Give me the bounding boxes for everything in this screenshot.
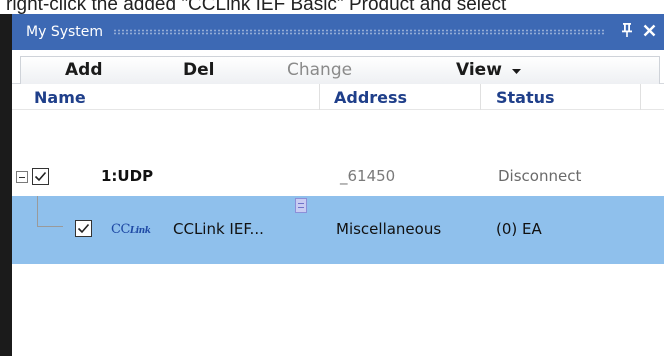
tree-row-udp[interactable]: 1:UDP _61450 Disconnect bbox=[12, 160, 664, 194]
instruction-strip: right-click the added "CCLink IEF Basic"… bbox=[0, 0, 664, 14]
udp-name: 1:UDP bbox=[101, 167, 154, 185]
column-separator[interactable] bbox=[319, 84, 320, 110]
cclink-logo-icon: CCLink bbox=[111, 222, 151, 237]
my-system-panel: My System Add Del Change View Name Addre… bbox=[12, 14, 664, 356]
titlebar-grip bbox=[113, 29, 606, 35]
tree-connector bbox=[37, 226, 63, 227]
tree-connector bbox=[37, 196, 38, 226]
window-frame-edge bbox=[0, 14, 12, 356]
view-button[interactable]: View bbox=[456, 60, 521, 80]
view-button-label: View bbox=[456, 60, 502, 80]
column-header-address[interactable]: Address bbox=[334, 88, 407, 107]
add-button[interactable]: Add bbox=[65, 60, 103, 80]
cclink-status: (0) EA bbox=[496, 220, 542, 238]
tree-row-cclink[interactable]: CCLink CCLink IEF... Miscellaneous (0) E… bbox=[12, 196, 664, 264]
change-button[interactable]: Change bbox=[287, 60, 352, 80]
toolbar-area: Add Del Change View bbox=[12, 50, 664, 84]
panel-titlebar[interactable]: My System bbox=[12, 14, 664, 50]
toolbar: Add Del Change View bbox=[20, 56, 660, 84]
cclink-checkbox[interactable] bbox=[75, 220, 92, 237]
column-header-row: Name Address Status bbox=[12, 84, 664, 110]
panel-title: My System bbox=[26, 24, 104, 40]
close-icon[interactable] bbox=[638, 22, 660, 42]
instruction-text: right-click the added "CCLink IEF Basic"… bbox=[6, 0, 507, 14]
pin-icon[interactable] bbox=[616, 22, 638, 42]
column-separator[interactable] bbox=[640, 84, 641, 110]
collapse-icon[interactable] bbox=[16, 171, 28, 183]
chevron-down-icon bbox=[511, 60, 521, 80]
udp-checkbox[interactable] bbox=[32, 168, 49, 185]
cclink-name: CCLink IEF... bbox=[173, 220, 264, 238]
cclink-address: Miscellaneous bbox=[336, 220, 442, 238]
column-header-status[interactable]: Status bbox=[496, 88, 555, 107]
del-button[interactable]: Del bbox=[183, 60, 214, 80]
udp-address: _61450 bbox=[340, 167, 396, 185]
document-icon bbox=[295, 198, 307, 213]
udp-status: Disconnect bbox=[498, 167, 582, 185]
column-header-name[interactable]: Name bbox=[34, 88, 86, 107]
column-separator[interactable] bbox=[480, 84, 481, 110]
